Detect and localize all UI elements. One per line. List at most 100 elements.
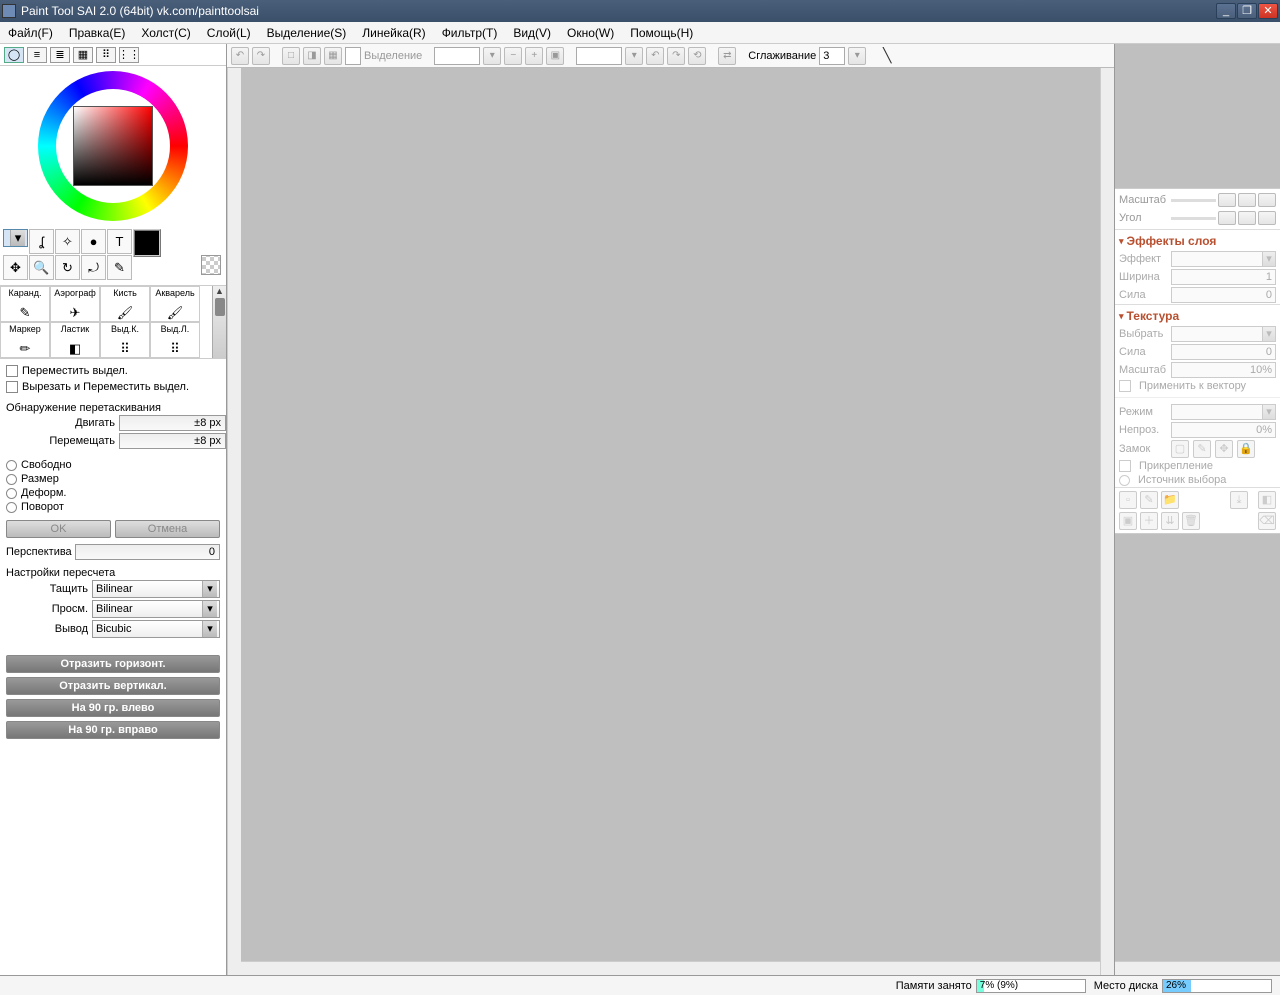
angle-dropdown-icon[interactable]: ▾: [625, 47, 643, 65]
menu-layer[interactable]: Слой(L): [207, 26, 251, 40]
navigator[interactable]: [1115, 44, 1280, 189]
eyedropper-tool[interactable]: ✎: [107, 255, 132, 280]
blend-mode-select[interactable]: [1171, 404, 1276, 420]
drag-move-value[interactable]: ±8 px: [119, 415, 226, 431]
resample-output-select[interactable]: Bicubic: [92, 620, 220, 638]
invert-sel-icon[interactable]: ◨: [303, 47, 321, 65]
lock-all-icon[interactable]: 🔒: [1237, 440, 1255, 458]
menu-window[interactable]: Окно(W): [567, 26, 614, 40]
flip-horizontal-button[interactable]: Отразить горизонт.: [6, 655, 220, 673]
fx-strength-value[interactable]: 0: [1171, 287, 1276, 303]
zoom-fit-icon[interactable]: ▣: [546, 47, 564, 65]
menu-edit[interactable]: Правка(E): [69, 26, 126, 40]
deselect-icon[interactable]: □: [282, 47, 300, 65]
sel-empty-field[interactable]: [345, 47, 361, 65]
menu-filter[interactable]: Фильтр(T): [442, 26, 498, 40]
rect-select-tool[interactable]: ⬚: [3, 229, 28, 247]
nav-angle-left[interactable]: [1218, 211, 1236, 225]
texture-strength-value[interactable]: 0: [1171, 344, 1276, 360]
brush-marker[interactable]: Маркер✏: [0, 322, 50, 358]
transform-free-radio[interactable]: Свободно: [6, 458, 220, 472]
texture-heading[interactable]: Текстура: [1115, 304, 1280, 325]
layer-list[interactable]: [1115, 533, 1280, 961]
canvas-left-scrollbar[interactable]: [227, 68, 241, 975]
texture-scale-value[interactable]: 10%: [1171, 362, 1276, 378]
menu-help[interactable]: Помощь(H): [630, 26, 693, 40]
rot-left-icon[interactable]: ↶: [646, 47, 664, 65]
hand-tool[interactable]: ⤾: [81, 255, 106, 280]
zoom-tool[interactable]: 🔍: [29, 255, 54, 280]
brush-brush[interactable]: Кисть🖌: [100, 286, 150, 322]
mixer-mode-icon[interactable]: ▦: [73, 47, 93, 63]
flip-view-icon[interactable]: ⇄: [718, 47, 736, 65]
maximize-button[interactable]: ❐: [1237, 3, 1257, 19]
nav-angle-reset[interactable]: [1258, 211, 1276, 225]
selection-source-radio[interactable]: Источник выбора: [1138, 474, 1226, 486]
new-layer-icon[interactable]: ▫: [1119, 491, 1137, 509]
transfer-down-icon[interactable]: ⤓: [1230, 491, 1248, 509]
color-sv-box[interactable]: [73, 106, 153, 186]
rot-right-icon[interactable]: ↷: [667, 47, 685, 65]
foreground-swatch[interactable]: [133, 229, 161, 257]
perspective-value[interactable]: 0: [75, 544, 220, 560]
new-folder-icon[interactable]: 📁: [1161, 491, 1179, 509]
delete-layer-icon[interactable]: 🗑: [1182, 512, 1200, 530]
line-tool-icon[interactable]: ╲: [878, 47, 896, 65]
brush-airbrush[interactable]: Аэрограф✈: [50, 286, 100, 322]
canvas-right-scrollbar[interactable]: [1100, 68, 1114, 975]
menu-selection[interactable]: Выделение(S): [267, 26, 347, 40]
transform-rotate-radio[interactable]: Поворот: [6, 500, 220, 514]
background-swatch[interactable]: [201, 255, 221, 275]
canvas-bottom-scrollbar[interactable]: [241, 961, 1100, 975]
zoom-in-icon[interactable]: +: [525, 47, 543, 65]
lock-pixels-icon[interactable]: ▢: [1171, 440, 1189, 458]
brush-eraser[interactable]: Ластик◧: [50, 322, 100, 358]
drag-drag-value[interactable]: ±8 px: [119, 433, 226, 449]
shape-tool[interactable]: ●: [81, 229, 106, 254]
magic-wand-tool[interactable]: ✧: [55, 229, 80, 254]
opacity-value[interactable]: 0%: [1171, 422, 1276, 438]
scratchpad-mode-icon[interactable]: ⋮⋮: [119, 47, 139, 63]
apply-to-vector-checkbox[interactable]: Применить к вектору: [1139, 380, 1246, 392]
rotate-90-right-button[interactable]: На 90 гр. вправо: [6, 721, 220, 739]
swatches-mode-icon[interactable]: ⠿: [96, 47, 116, 63]
nav-scale-minus[interactable]: [1218, 193, 1236, 207]
flip-vertical-button[interactable]: Отразить вертикал.: [6, 677, 220, 695]
brush-seleraser[interactable]: Выд.Л.⠿: [150, 322, 200, 358]
clear-layer-icon[interactable]: ⌫: [1258, 512, 1276, 530]
zoom-dropdown-icon[interactable]: ▾: [483, 47, 501, 65]
colorwheel-mode-icon[interactable]: ◯: [4, 47, 24, 63]
transform-size-radio[interactable]: Размер: [6, 472, 220, 486]
rotate-tool[interactable]: ↻: [55, 255, 80, 280]
cancel-button[interactable]: Отмена: [115, 520, 220, 538]
undo-icon[interactable]: ↶: [231, 47, 249, 65]
lock-move-icon[interactable]: ✥: [1215, 440, 1233, 458]
nav-scale-reset[interactable]: [1258, 193, 1276, 207]
lasso-tool[interactable]: ʆ: [29, 229, 54, 254]
nav-angle-slider[interactable]: [1171, 217, 1216, 220]
new-vector-layer-icon[interactable]: ✎: [1140, 491, 1158, 509]
menu-file[interactable]: Файл(F): [8, 26, 53, 40]
nav-scale-plus[interactable]: [1238, 193, 1256, 207]
smoothing-value[interactable]: 3: [819, 47, 845, 65]
menu-view[interactable]: Вид(V): [513, 26, 551, 40]
clipping-checkbox[interactable]: Прикрепление: [1139, 460, 1213, 472]
color-wheel[interactable]: [0, 66, 226, 226]
canvas[interactable]: [241, 68, 1100, 961]
fx-width-value[interactable]: 1: [1171, 269, 1276, 285]
showsel-icon[interactable]: ▦: [324, 47, 342, 65]
brush-selbrush[interactable]: Выд.К.⠿: [100, 322, 150, 358]
angle-field[interactable]: [576, 47, 622, 65]
nav-scale-slider[interactable]: [1171, 199, 1216, 202]
brush-scrollbar[interactable]: ▲: [212, 286, 226, 358]
nav-angle-right[interactable]: [1238, 211, 1256, 225]
add-icon[interactable]: ＋: [1140, 512, 1158, 530]
transform-deform-radio[interactable]: Деформ.: [6, 486, 220, 500]
menu-canvas[interactable]: Холст(C): [141, 26, 190, 40]
rotate-90-left-button[interactable]: На 90 гр. влево: [6, 699, 220, 717]
mask-icon[interactable]: ◧: [1258, 491, 1276, 509]
brush-pencil[interactable]: Каранд.✎: [0, 286, 50, 322]
layer-effects-heading[interactable]: Эффекты слоя: [1115, 229, 1280, 250]
rgb-sliders-mode-icon[interactable]: ≡: [27, 47, 47, 63]
ok-button[interactable]: OK: [6, 520, 111, 538]
